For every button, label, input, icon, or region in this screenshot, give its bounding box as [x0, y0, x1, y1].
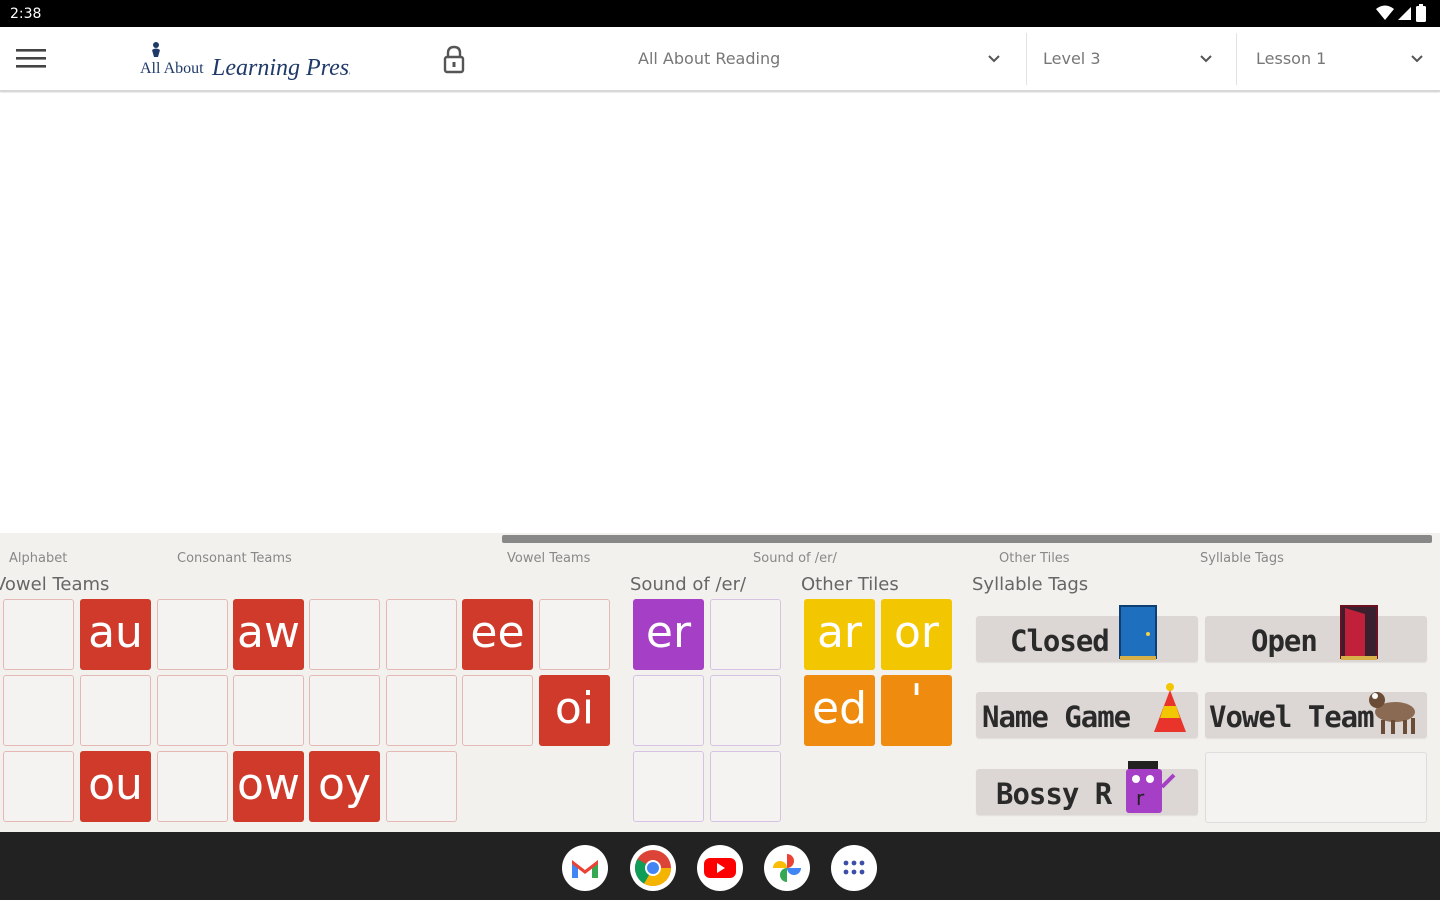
- tab-other-tiles[interactable]: Other Tiles: [999, 551, 1070, 566]
- vowel-tile-empty[interactable]: [157, 675, 228, 746]
- vowel-tile-empty[interactable]: [3, 675, 74, 746]
- other-tile-or[interactable]: or: [881, 599, 952, 670]
- lock-icon[interactable]: [440, 44, 468, 74]
- tag-vowel-team-label: Vowel Team: [1209, 700, 1375, 734]
- menu-icon[interactable]: [14, 45, 48, 73]
- other-tile-ar[interactable]: ar: [804, 599, 875, 670]
- chevron-down-icon: [1200, 55, 1212, 63]
- tab-vowel-teams[interactable]: Vowel Teams: [507, 551, 590, 566]
- tab-syllable-tags[interactable]: Syllable Tags: [1200, 551, 1284, 566]
- er-tile[interactable]: er: [633, 599, 704, 670]
- tag-closed[interactable]: Closed: [976, 605, 1198, 662]
- youtube-app[interactable]: [697, 845, 743, 891]
- er-tile-empty[interactable]: [710, 675, 781, 746]
- vowel-tile-au[interactable]: au: [80, 599, 151, 670]
- tab-consonant-teams[interactable]: Consonant Teams: [177, 551, 292, 566]
- logo-mark-icon: All About Learning Press: [140, 42, 358, 81]
- status-icons: [1376, 4, 1426, 22]
- logo: All About Learning Press: [140, 35, 358, 85]
- vowel-tile-empty[interactable]: [386, 675, 457, 746]
- program-dropdown[interactable]: All About Reading: [620, 27, 1020, 90]
- section-title-sound-er: Sound of /er/: [630, 574, 747, 595]
- vowel-tile-oi[interactable]: oi: [539, 675, 610, 746]
- status-time: 2:38: [10, 6, 42, 22]
- vowel-tile-aw[interactable]: aw: [233, 599, 304, 670]
- youtube-icon: [704, 858, 736, 878]
- gmail-icon: [572, 860, 598, 878]
- er-tile-empty[interactable]: [710, 751, 781, 822]
- vowel-tile-empty[interactable]: [309, 675, 380, 746]
- app-header: All About Learning Press All About Readi…: [0, 27, 1440, 92]
- chrome-app[interactable]: [630, 845, 676, 891]
- er-tile-empty[interactable]: [710, 599, 781, 670]
- closed-door-icon: [1119, 605, 1157, 660]
- vowel-tile-empty[interactable]: [80, 675, 151, 746]
- vowel-tile-oy[interactable]: oy: [309, 751, 380, 822]
- work-area[interactable]: [0, 93, 1440, 533]
- status-bar: 2:38: [0, 0, 1440, 27]
- lesson-dropdown-value: Lesson 1: [1256, 49, 1327, 68]
- photos-app[interactable]: [764, 845, 810, 891]
- party-hat-icon: [1154, 683, 1186, 732]
- vowel-tile-empty[interactable]: [462, 675, 533, 746]
- horses-icon: [1369, 692, 1415, 734]
- app-drawer-icon: [843, 860, 865, 875]
- logo-text-a: All About: [140, 60, 204, 77]
- svg-text:r: r: [1136, 786, 1145, 810]
- chrome-icon: [634, 850, 671, 887]
- lesson-dropdown[interactable]: Lesson 1: [1237, 27, 1440, 90]
- level-dropdown-value: Level 3: [1043, 49, 1101, 68]
- vowel-tile-empty[interactable]: [157, 599, 228, 670]
- open-door-icon: [1340, 605, 1378, 660]
- vowel-tile-empty[interactable]: [157, 751, 228, 822]
- vowel-tile-empty[interactable]: [539, 599, 610, 670]
- tag-open[interactable]: Open: [1205, 605, 1427, 662]
- bossy-r-character-icon: r: [1126, 761, 1176, 813]
- section-title-syllable-tags: Syllable Tags: [972, 574, 1089, 595]
- vowel-tile-empty[interactable]: [386, 599, 457, 670]
- section-title-vowel-teams: Vowel Teams: [0, 574, 110, 595]
- gmail-app[interactable]: [562, 845, 608, 891]
- app-drawer[interactable]: [831, 845, 877, 891]
- tag-bossy-r[interactable]: Bossy R r: [976, 761, 1198, 815]
- tab-alphabet[interactable]: Alphabet: [9, 551, 67, 566]
- tag-open-label: Open: [1251, 624, 1318, 658]
- photos-icon: [773, 854, 801, 882]
- tab-sound-er[interactable]: Sound of /er/: [753, 551, 837, 566]
- er-tile-empty[interactable]: [633, 751, 704, 822]
- er-tile-empty[interactable]: [633, 675, 704, 746]
- vowel-tile-ou[interactable]: ou: [80, 751, 151, 822]
- signal-icon: [1398, 7, 1411, 20]
- vowel-tile-empty[interactable]: [309, 599, 380, 670]
- vowel-tile-ow[interactable]: ow: [233, 751, 304, 822]
- chevron-down-icon: [988, 55, 1000, 63]
- tile-panel: Alphabet Consonant Teams Vowel Teams Sou…: [0, 533, 1440, 832]
- vowel-tile-empty[interactable]: [386, 751, 457, 822]
- section-title-other-tiles: Other Tiles: [801, 574, 899, 595]
- battery-icon: [1416, 4, 1426, 22]
- chevron-down-icon: [1411, 55, 1423, 63]
- tag-vowel-team[interactable]: Vowel Team: [1205, 692, 1427, 738]
- logo-text-b: Learning Press: [211, 55, 350, 81]
- tag-name-game[interactable]: Name Game: [976, 683, 1198, 738]
- program-dropdown-value: All About Reading: [638, 49, 781, 68]
- vowel-tile-empty[interactable]: [3, 751, 74, 822]
- panel-scrollbar[interactable]: [502, 535, 1432, 543]
- other-tile-apostrophe[interactable]: ': [881, 675, 952, 746]
- tag-bossy-r-label: Bossy R: [996, 777, 1112, 811]
- nav-bar: [0, 832, 1440, 900]
- vowel-tile-empty[interactable]: [233, 675, 304, 746]
- tag-slot-empty[interactable]: [1205, 752, 1427, 823]
- wifi-icon: [1376, 5, 1394, 20]
- vowel-tile-empty[interactable]: [3, 599, 74, 670]
- other-tile-ed[interactable]: ed: [804, 675, 875, 746]
- vowel-tile-ee[interactable]: ee: [462, 599, 533, 670]
- tag-name-game-label: Name Game: [982, 700, 1131, 734]
- tag-closed-label: Closed: [1010, 624, 1110, 658]
- level-dropdown[interactable]: Level 3: [1027, 27, 1227, 90]
